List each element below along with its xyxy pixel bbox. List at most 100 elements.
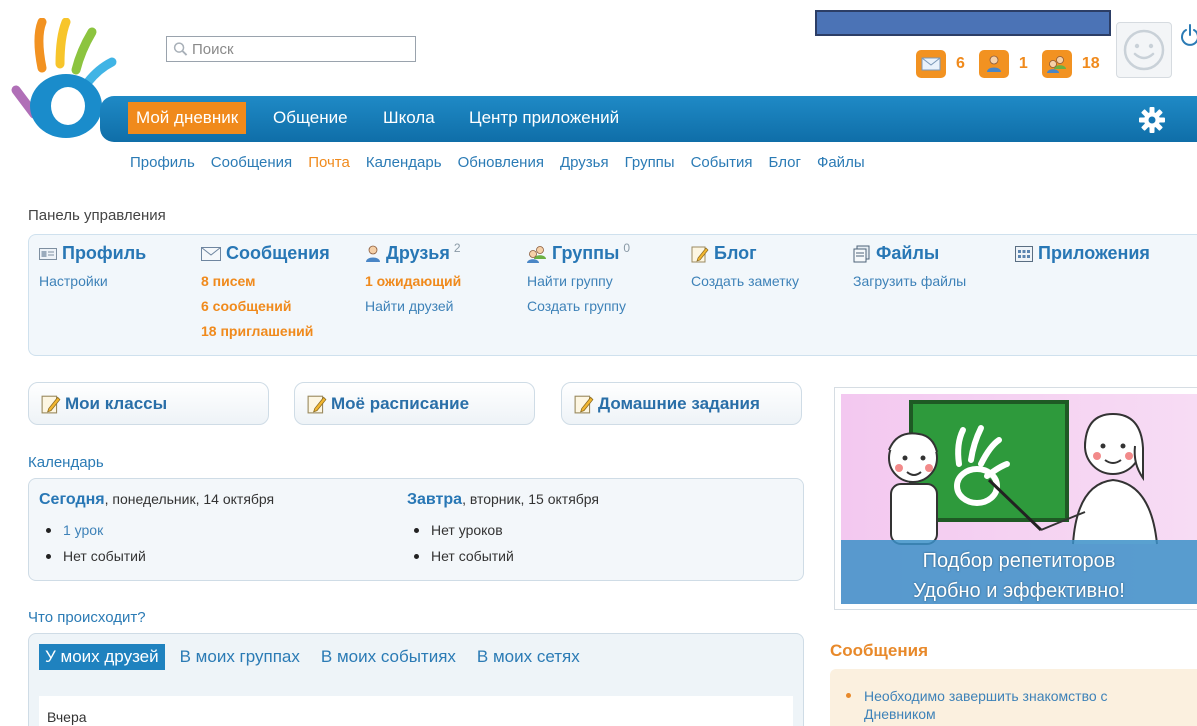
friends-counter[interactable]: 1	[978, 50, 1028, 78]
homework-button[interactable]: Домашние задания	[561, 382, 802, 425]
calendar-title[interactable]: Календарь	[28, 454, 104, 471]
apps-grid-icon	[1015, 245, 1033, 262]
tab-networks[interactable]: В моих сетях	[471, 644, 586, 670]
subnav-messages[interactable]: Сообщения	[211, 154, 292, 171]
search-input[interactable]	[187, 40, 415, 58]
control-panel: Профиль Настройки Сообщения 8 писем 6 со…	[28, 234, 1197, 356]
subnav-events[interactable]: События	[691, 154, 753, 171]
panel-profile: Профиль Настройки	[39, 243, 146, 289]
feed-title: Что происходит?	[28, 609, 146, 626]
subnav-friends[interactable]: Друзья	[560, 154, 609, 171]
panel-messages: Сообщения 8 писем 6 сообщений 18 приглаш…	[201, 243, 330, 339]
sub-nav: Профиль Сообщения Почта Календарь Обновл…	[130, 154, 881, 171]
group-icon	[1046, 56, 1066, 73]
feed-tabs: У моих друзей В моих группах В моих собы…	[39, 644, 595, 670]
main-nav: Мой дневник Общение Школа Центр приложен…	[100, 96, 1197, 142]
tab-friends[interactable]: У моих друзей	[39, 644, 165, 670]
envelope-icon	[201, 246, 221, 261]
nav-my-diary[interactable]: Мой дневник	[128, 102, 247, 134]
subnav-blog[interactable]: Блог	[769, 154, 801, 171]
find-group-link[interactable]: Найти группу	[527, 273, 630, 289]
today-date: , понедельник, 14 октября	[104, 491, 275, 507]
messages-box: Необходимо завершить знакомство с Дневни…	[830, 669, 1197, 726]
subnav-updates[interactable]: Обновления	[458, 154, 544, 171]
tab-groups[interactable]: В моих группах	[174, 644, 306, 670]
friends-count-sup: 2	[453, 240, 461, 255]
user-name-bar[interactable]	[815, 10, 1111, 36]
panel-title: Панель управления	[28, 207, 166, 224]
ad-line-1: Подбор репетиторов	[922, 550, 1116, 572]
tutor-ad-banner[interactable]: Подбор репетиторов Удобно и эффективно!	[841, 394, 1197, 604]
blog-link[interactable]: Блог	[691, 243, 799, 264]
panel-friends: Друзья 2 1 ожидающий Найти друзей	[365, 240, 461, 315]
upload-files-link[interactable]: Загрузить файлы	[853, 273, 966, 289]
calendar-tomorrow: Завтра, вторник, 15 октября Нет уроков Н…	[407, 491, 599, 569]
pencil-note-icon	[574, 395, 594, 413]
avatar[interactable]	[1116, 22, 1172, 78]
profile-card-icon	[39, 247, 57, 260]
ad-caption: Подбор репетиторов Удобно и эффективно!	[841, 540, 1197, 604]
create-group-link[interactable]: Создать группу	[527, 298, 630, 314]
panel-apps: Приложения	[1015, 243, 1150, 264]
invitations-link[interactable]: 18 приглашений	[201, 323, 330, 339]
messages-count: 6	[956, 55, 965, 72]
calendar-today: Сегодня, понедельник, 14 октября 1 урок …	[39, 491, 274, 569]
my-schedule-button[interactable]: Моё расписание	[294, 382, 535, 425]
gear-icon[interactable]	[1138, 106, 1166, 134]
panel-blog: Блог Создать заметку	[691, 243, 799, 289]
feed-content: Вчера	[39, 696, 793, 726]
person-icon	[366, 245, 380, 262]
subnav-groups[interactable]: Группы	[625, 154, 675, 171]
groups-counter[interactable]: 18	[1041, 50, 1100, 78]
bullet-icon	[846, 693, 851, 698]
list-item: Нет уроков	[407, 517, 599, 543]
subnav-calendar[interactable]: Календарь	[366, 154, 442, 171]
subnav-mail[interactable]: Почта	[308, 154, 350, 171]
messages-section-title: Сообщения	[830, 641, 928, 660]
pencil-note-icon	[307, 395, 327, 413]
pencil-note-icon	[41, 395, 61, 413]
messages-link[interactable]: Сообщения	[201, 243, 330, 264]
notification-counters: 6 1 18	[916, 49, 1114, 79]
list-item: Нет событий	[39, 543, 274, 569]
feed-box: У моих друзей В моих группах В моих собы…	[28, 633, 804, 726]
group-icon	[527, 245, 546, 263]
create-note-link[interactable]: Создать заметку	[691, 273, 799, 289]
envelope-icon	[921, 57, 941, 71]
search-box[interactable]	[166, 36, 416, 62]
nav-school[interactable]: Школа	[375, 102, 443, 134]
subnav-files[interactable]: Файлы	[817, 154, 865, 171]
groups-count: 18	[1081, 55, 1100, 72]
smiley-icon	[1123, 29, 1165, 71]
friends-link[interactable]: Друзья 2	[365, 240, 461, 264]
messages-counter[interactable]: 6	[916, 50, 965, 78]
nav-communication[interactable]: Общение	[265, 102, 356, 134]
logout-icon[interactable]	[1180, 24, 1197, 46]
subnav-profile[interactable]: Профиль	[130, 154, 195, 171]
groups-count-sup: 0	[623, 240, 631, 255]
tomorrow-label[interactable]: Завтра	[407, 491, 462, 508]
letters-link[interactable]: 8 писем	[201, 273, 330, 289]
panel-groups: Группы 0 Найти группу Создать группу	[527, 240, 631, 314]
tab-events[interactable]: В моих событиях	[315, 644, 462, 670]
today-label[interactable]: Сегодня	[39, 491, 105, 508]
groups-link[interactable]: Группы 0	[527, 240, 631, 264]
tomorrow-date: , вторник, 15 октября	[462, 491, 600, 507]
calendar-box: Сегодня, понедельник, 14 октября 1 урок …	[28, 478, 804, 581]
files-link[interactable]: Файлы	[853, 243, 966, 264]
message-item[interactable]: Необходимо завершить знакомство с Дневни…	[864, 687, 1164, 723]
nav-app-center[interactable]: Центр приложений	[461, 102, 627, 134]
profile-link[interactable]: Профиль	[39, 243, 146, 264]
list-item: Нет событий	[407, 543, 599, 569]
panel-files: Файлы Загрузить файлы	[853, 243, 966, 289]
feed-day-label: Вчера	[47, 709, 87, 725]
pending-link[interactable]: 1 ожидающий	[365, 273, 461, 289]
list-item[interactable]: 1 урок	[39, 517, 274, 543]
settings-link[interactable]: Настройки	[39, 273, 146, 289]
apps-link[interactable]: Приложения	[1015, 243, 1150, 264]
my-classes-button[interactable]: Мои классы	[28, 382, 269, 425]
pencil-note-icon	[691, 246, 709, 262]
find-friends-link[interactable]: Найти друзей	[365, 298, 461, 314]
messages-count-link[interactable]: 6 сообщений	[201, 298, 330, 314]
person-icon	[986, 55, 1001, 72]
